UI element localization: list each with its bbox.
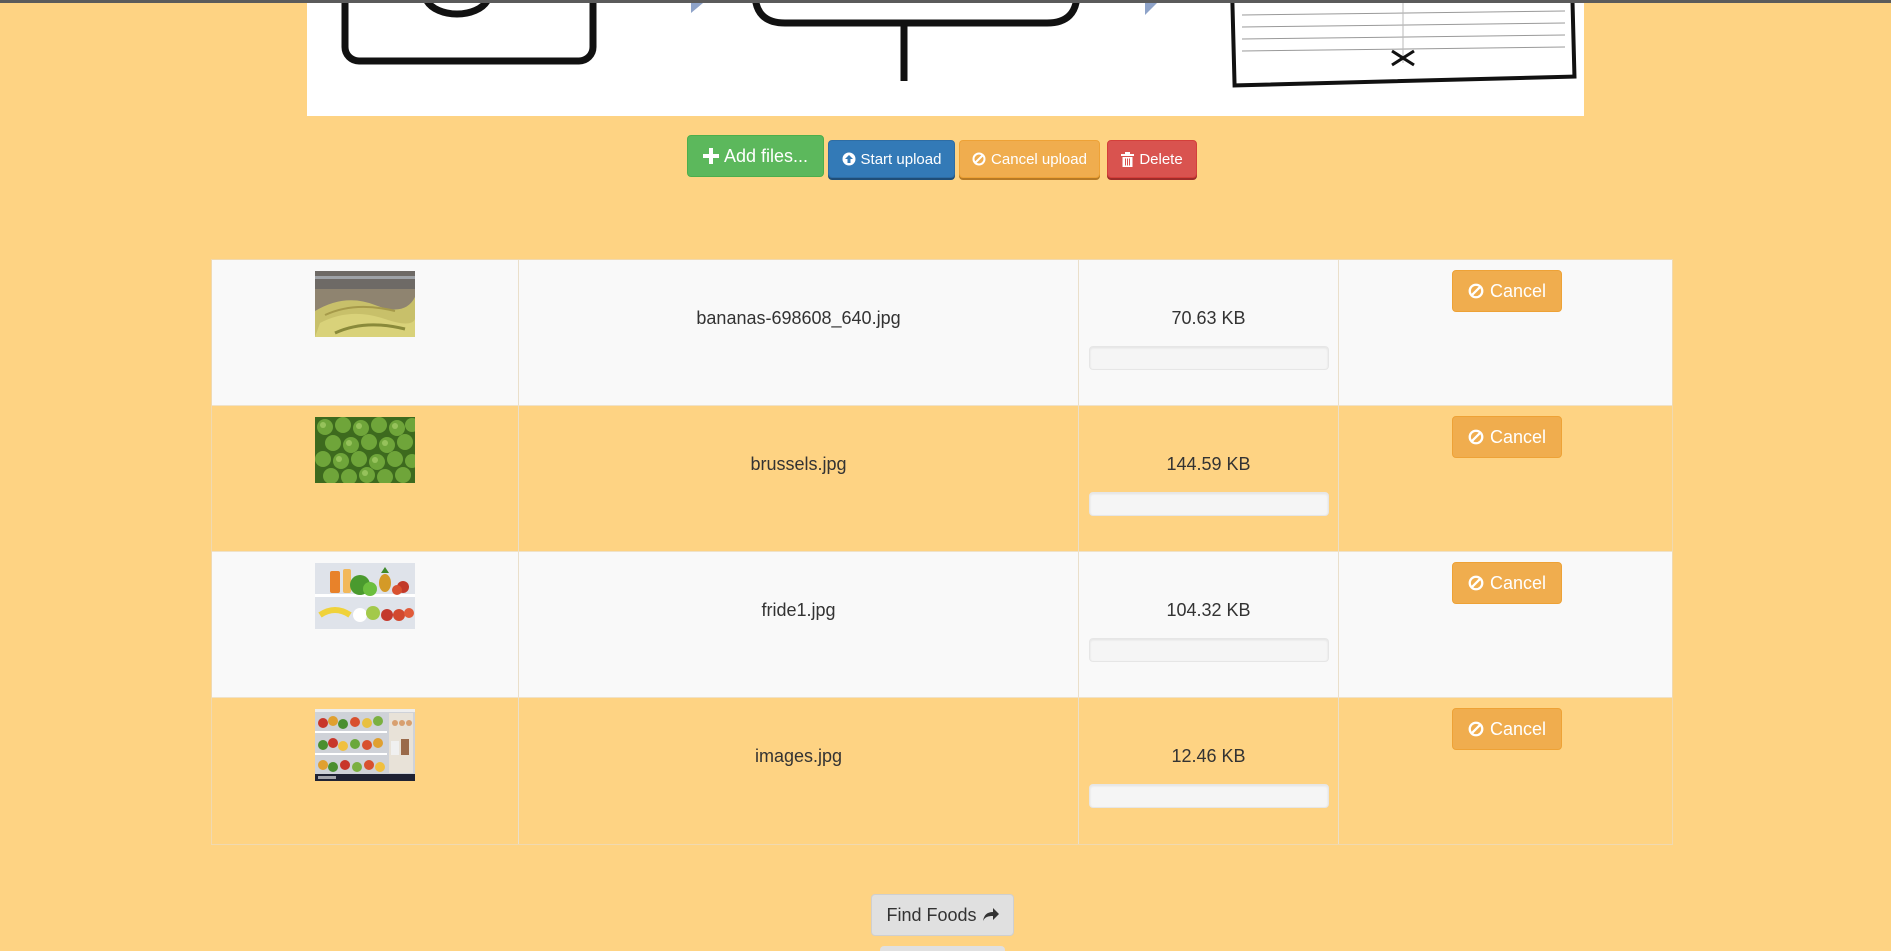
delete-button[interactable]: Delete [1107,140,1197,178]
size-cell: 12.46 KB [1079,698,1339,844]
file-name: images.jpg [754,746,843,766]
size-cell: 144.59 KB [1079,406,1339,551]
cancel-label: Cancel [1489,572,1547,593]
ban-icon [1468,575,1484,591]
file-name: bananas-698608_640.jpg [696,308,901,328]
action-cell: Cancel [1339,698,1672,844]
cancel-label: Cancel [1489,426,1547,447]
filename-cell: brussels.jpg [519,406,1079,551]
size-cell: 70.63 KB [1079,260,1339,405]
delete-label: Delete [1139,150,1183,168]
cancel-file-button[interactable]: Cancel [1452,562,1562,604]
file-upload-table: bananas-698608_640.jpg 70.63 KB Cancel b… [211,259,1673,845]
trash-icon [1121,151,1135,167]
file-size: 12.46 KB [1171,746,1246,766]
share-arrow-icon [982,908,999,922]
filename-cell: fride1.jpg [519,552,1079,697]
start-upload-button[interactable]: Start upload [828,140,955,178]
fridge-thumbnail [315,563,415,629]
filename-cell: images.jpg [519,698,1079,844]
find-foods-label: Find Foods [886,904,977,925]
ban-icon [1468,721,1484,737]
bananas-thumbnail [315,271,415,337]
upload-progress-bar [1089,346,1329,370]
add-files-button[interactable]: Add files... [687,135,824,177]
filename-cell: bananas-698608_640.jpg [519,260,1079,405]
cancel-label: Cancel [1489,280,1547,301]
menu-card-illustration [1229,3,1577,88]
cancel-file-button[interactable]: Cancel [1452,416,1562,458]
table-row: fride1.jpg 104.32 KB Cancel [212,552,1672,698]
action-cell: Cancel [1339,552,1672,697]
fridge-shelves-thumbnail [315,709,415,781]
preview-cell [212,698,519,844]
find-foods-button[interactable]: Find Foods [871,894,1014,936]
brussels-thumbnail [315,417,415,483]
file-name: brussels.jpg [750,454,847,474]
upload-progress-bar [1089,638,1329,662]
cancel-upload-label: Cancel upload [991,150,1087,168]
table-row: images.jpg 12.46 KB Cancel [212,698,1672,844]
table-row: bananas-698608_640.jpg 70.63 KB Cancel [212,260,1672,406]
cancel-upload-button[interactable]: Cancel upload [959,140,1100,178]
upload-progress-bar [1089,492,1329,516]
file-size: 144.59 KB [1166,454,1251,474]
ban-icon [1468,429,1484,445]
cancel-file-button[interactable]: Cancel [1452,270,1562,312]
camera-illustration [341,3,597,65]
start-upload-label: Start upload [860,150,942,168]
table-row: brussels.jpg 144.59 KB Cancel [212,406,1672,552]
ban-icon [972,152,986,166]
plus-icon [702,148,719,164]
cancel-file-button[interactable]: Cancel [1452,708,1562,750]
preview-cell [212,406,519,551]
preview-cell [212,552,519,697]
header-banner-image [307,3,1584,116]
add-files-label: Add files... [723,145,809,166]
file-size: 70.63 KB [1171,308,1246,328]
preview-cell [212,260,519,405]
size-cell: 104.32 KB [1079,552,1339,697]
signpost-illustration [752,3,1080,81]
next-button-edge [880,946,1005,951]
file-size: 104.32 KB [1166,600,1251,620]
action-cell: Cancel [1339,406,1672,551]
file-name: fride1.jpg [761,600,836,620]
action-cell: Cancel [1339,260,1672,405]
upload-circle-icon [842,152,856,166]
cancel-label: Cancel [1489,718,1547,739]
upload-progress-bar [1089,784,1329,808]
ban-icon [1468,283,1484,299]
